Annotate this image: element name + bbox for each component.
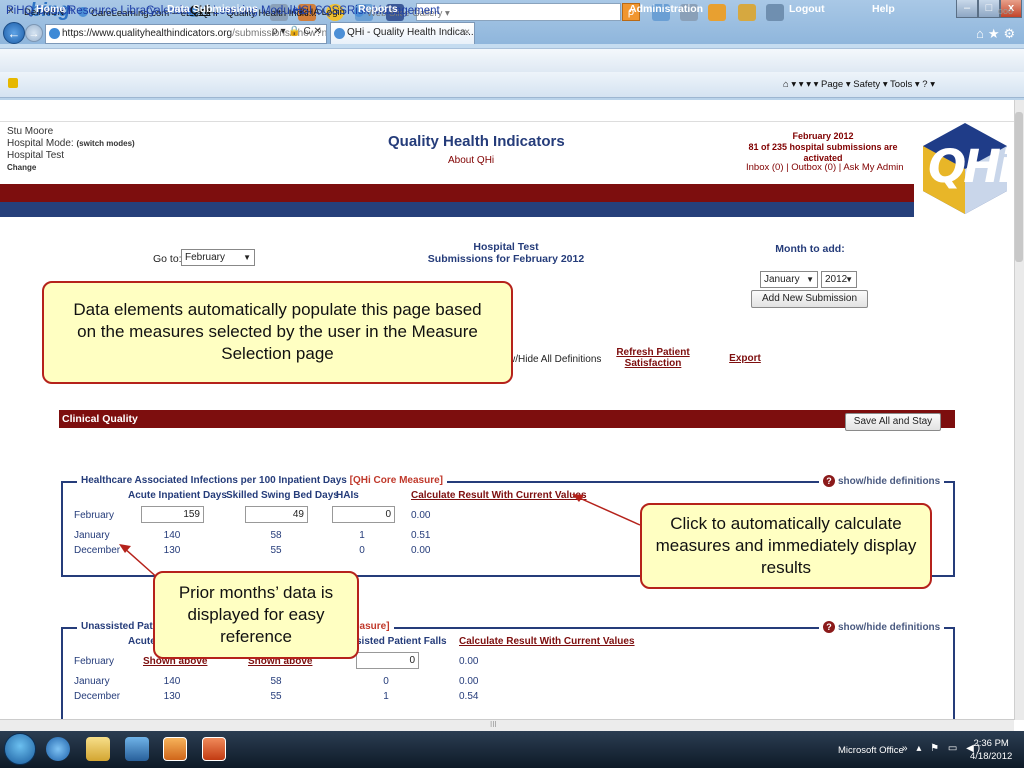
system-clock[interactable]: 2:36 PM 4/18/2012 [970, 737, 1012, 763]
media-player-icon[interactable] [125, 737, 149, 761]
tray-toolbar-label[interactable]: Microsoft Office [838, 745, 904, 756]
arrow-to-calculate [574, 495, 641, 526]
arrowhead-icon [572, 494, 584, 502]
scrollbar-grip: III [490, 720, 497, 729]
callout-calculate: Click to automatically calculate measure… [640, 503, 932, 589]
outlook-icon[interactable] [163, 737, 187, 761]
horizontal-scrollbar[interactable]: III [0, 719, 1014, 731]
callout-prior-months: Prior months’ data is displayed for easy… [153, 571, 359, 659]
powerpoint-icon[interactable] [202, 737, 226, 761]
internet-explorer-icon[interactable] [46, 737, 70, 761]
file-explorer-icon[interactable] [86, 737, 110, 761]
callout-data-elements: Data elements automatically populate thi… [42, 281, 513, 384]
windows-start-icon[interactable] [4, 733, 36, 765]
